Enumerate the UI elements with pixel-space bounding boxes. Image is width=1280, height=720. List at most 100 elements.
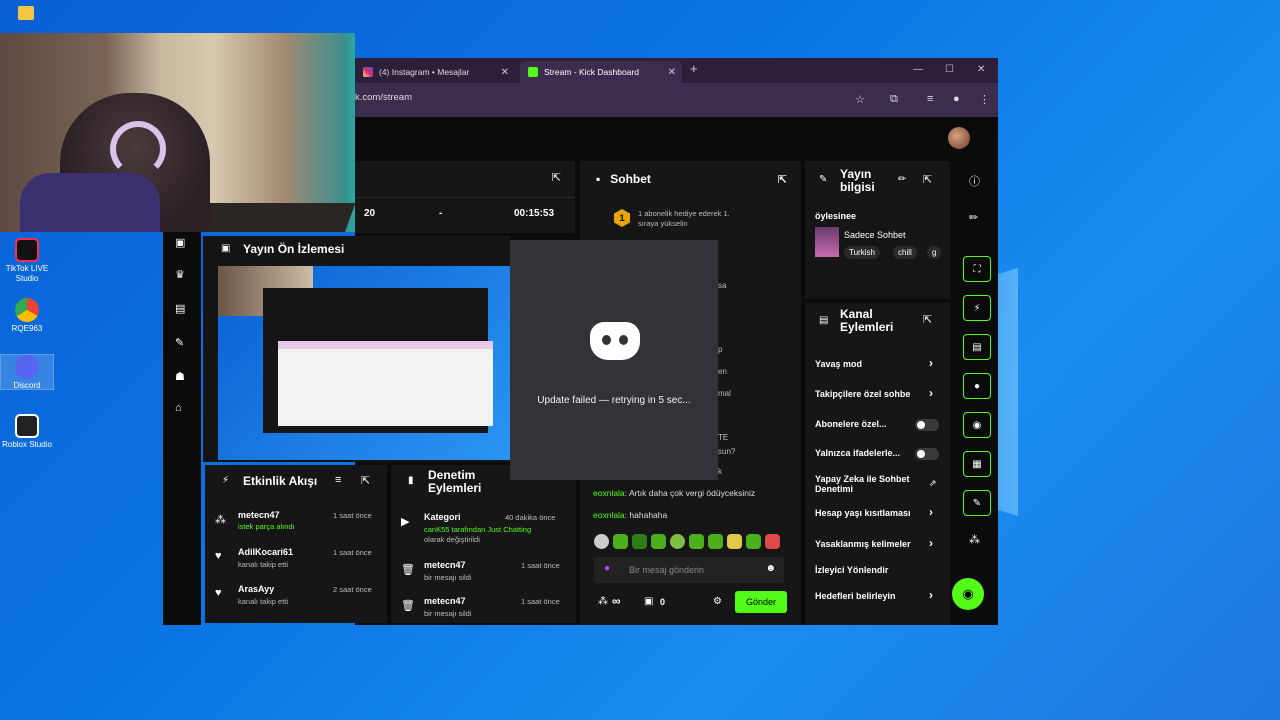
- category-icon: ▶: [401, 516, 410, 528]
- pinned-badge: 1: [614, 209, 630, 227]
- notes-button[interactable]: ▤: [963, 334, 991, 360]
- support-button[interactable]: ◉: [952, 578, 984, 610]
- desktop-icon-roblox-studio[interactable]: Roblox Studio: [1, 414, 53, 450]
- shield-icon: ▤: [819, 315, 829, 326]
- tag[interactable]: Turkish: [844, 246, 880, 259]
- kick-header: [355, 117, 998, 161]
- microphone-icon[interactable]: ●: [604, 563, 610, 574]
- desktop-icon-rqe963[interactable]: RQE963: [1, 298, 53, 334]
- menu-icon[interactable]: ⋮: [979, 93, 990, 106]
- stream-info-panel: ✎ Yayın bilgisi ✏ ⇱ öylesinee Sadece Soh…: [805, 161, 950, 299]
- uptime: 00:15:53: [514, 208, 555, 219]
- info-icon[interactable]: ⓘ: [969, 173, 980, 189]
- chrome-icon: [15, 298, 39, 322]
- tag[interactable]: g: [927, 246, 942, 259]
- activity-feed-panel: ⚡ Etkinlik Akışı ≡ ⇱ ⁂ metecn47 istek pa…: [205, 465, 387, 623]
- new-tab-button[interactable]: +: [690, 61, 698, 76]
- moderation-item: 🗑 metecn47 1 saat önce bir mesajı sildi: [401, 596, 560, 618]
- broadcast-button[interactable]: ◉: [963, 412, 991, 438]
- activity-item: ♥ ArasAyy kanalı takip etti 2 saat önce: [215, 584, 372, 606]
- infinity-value: ∞: [612, 594, 621, 608]
- address-bar: k.com/stream ☆ ⧉ ≡ ● ⋮: [355, 83, 998, 117]
- folder-icon[interactable]: [18, 6, 34, 20]
- trophy-icon[interactable]: ♛: [175, 268, 185, 281]
- layout-button[interactable]: ▦: [963, 451, 991, 477]
- tag[interactable]: chill: [893, 246, 917, 259]
- avatar[interactable]: [948, 127, 970, 149]
- moderation-item: 🗑 metecn47 1 saat önce bir mesajı sildi: [401, 560, 560, 582]
- star-icon[interactable]: ☆: [855, 93, 865, 106]
- emote-bar[interactable]: [594, 534, 784, 554]
- chat-input[interactable]: ● Bir mesaj gönderin ☻: [594, 557, 784, 583]
- webcam-headset: [110, 121, 166, 177]
- tab-instagram[interactable]: (4) Instagram • Mesajlar ✕: [355, 61, 515, 83]
- viewers-count: 20: [364, 208, 376, 219]
- category-thumbnail: [815, 227, 839, 257]
- wrench-icon[interactable]: ✎: [175, 336, 184, 349]
- box-icon[interactable]: ▣: [644, 596, 653, 607]
- filter-icon[interactable]: ≡: [335, 474, 341, 486]
- media-icon[interactable]: ≡: [927, 93, 933, 105]
- expand-icon[interactable]: ⇱: [923, 313, 932, 326]
- gear-icon[interactable]: ⚙: [713, 596, 722, 607]
- profile-icon[interactable]: ●: [953, 93, 960, 105]
- external-link-icon: ⇗: [929, 478, 937, 488]
- video-icon[interactable]: ▤: [175, 302, 185, 315]
- subscribers-only-toggle[interactable]: [915, 419, 939, 431]
- bank-icon[interactable]: ⌂: [175, 402, 182, 414]
- tab-bar: (4) Instagram • Mesajlar ✕ Stream - Kick…: [355, 58, 998, 83]
- emotes-only-toggle[interactable]: [915, 448, 939, 460]
- users-icon[interactable]: ⁂: [598, 596, 608, 607]
- expand-icon[interactable]: ⇱: [361, 474, 370, 487]
- wrench-button[interactable]: ✎: [963, 490, 991, 516]
- dashboard-icon[interactable]: ▣: [175, 236, 185, 249]
- webcam-keyboard: [184, 203, 355, 232]
- tab-kick-dashboard[interactable]: Stream - Kick Dashboard ✕: [520, 61, 682, 83]
- chat-button[interactable]: ●: [963, 373, 991, 399]
- discord-status-message: Update failed — retrying in 5 sec...: [537, 395, 691, 406]
- close-tab-icon[interactable]: ✕: [501, 67, 509, 78]
- chevron-right-icon: ›: [929, 356, 933, 370]
- activity-feed-title: Etkinlik Akışı: [243, 474, 318, 488]
- chat-message: eoxnlala: hahahaha: [593, 510, 668, 520]
- emoji-icon[interactable]: ☻: [765, 563, 776, 574]
- chat-fragment: en: [718, 367, 727, 376]
- activity-item: ⁂ metecn47 istek parça alındı 1 saat önc…: [215, 510, 372, 531]
- maximize-button[interactable]: ☐: [945, 64, 954, 75]
- close-tab-icon[interactable]: ✕: [668, 67, 676, 78]
- moderation-panel: ▮ Denetim Eylemleri ▶ Kategori 40 dakika…: [391, 465, 576, 623]
- desktop-icon-discord[interactable]: Discord: [0, 354, 54, 390]
- shield-icon: ▮: [408, 475, 414, 486]
- stats-panel: ⇱ 20 - 00:15:53: [355, 161, 575, 233]
- minimize-button[interactable]: —: [913, 64, 923, 75]
- preview-video[interactable]: [218, 266, 510, 460]
- stream-preview-panel: ▣ Yayın Ön İzlemesi: [203, 236, 510, 462]
- right-rail: ⓘ ✏ ⛶ ⚡ ▤ ● ◉ ▦ ✎ ⁂ ◉: [952, 161, 998, 625]
- preview-icon: ▣: [221, 243, 231, 254]
- desktop-icon-tiktok-live-studio[interactable]: TikTok LIVE Studio: [1, 238, 53, 284]
- trash-icon: 🗑: [401, 600, 415, 612]
- stat-dash: -: [439, 208, 443, 219]
- count-value: 0: [660, 597, 666, 607]
- expand-icon[interactable]: ⇱: [923, 173, 932, 186]
- send-button[interactable]: Gönder: [735, 591, 787, 613]
- url-field[interactable]: k.com/stream: [355, 92, 412, 103]
- chat-fragment: p: [718, 345, 723, 354]
- roblox-studio-icon: [15, 414, 39, 438]
- moderation-item: ▶ Kategori 40 dakika önce canK55 tarafın…: [401, 512, 556, 544]
- bolt-icon: ⚡: [222, 475, 230, 486]
- kick-left-rail: ▣ ♛ ▤ ✎ ☗ ⌂: [163, 232, 201, 625]
- edit-icon[interactable]: ✏: [898, 174, 906, 185]
- users-icon[interactable]: ☗: [175, 370, 185, 383]
- connections-icon[interactable]: ⁂: [969, 533, 980, 546]
- screenshot-button[interactable]: ⛶: [963, 256, 991, 282]
- preview-title: Yayın Ön İzlemesi: [243, 242, 345, 256]
- expand-icon[interactable]: ⇱: [552, 171, 561, 184]
- pencil-icon[interactable]: ✏: [969, 211, 978, 224]
- bolt-button[interactable]: ⚡: [963, 295, 991, 321]
- webcam-overlay: [0, 33, 355, 232]
- close-window-button[interactable]: ✕: [977, 64, 985, 75]
- extensions-icon[interactable]: ⧉: [890, 93, 898, 106]
- webcam-shirt: [20, 173, 160, 232]
- expand-icon[interactable]: ⇱: [778, 173, 787, 186]
